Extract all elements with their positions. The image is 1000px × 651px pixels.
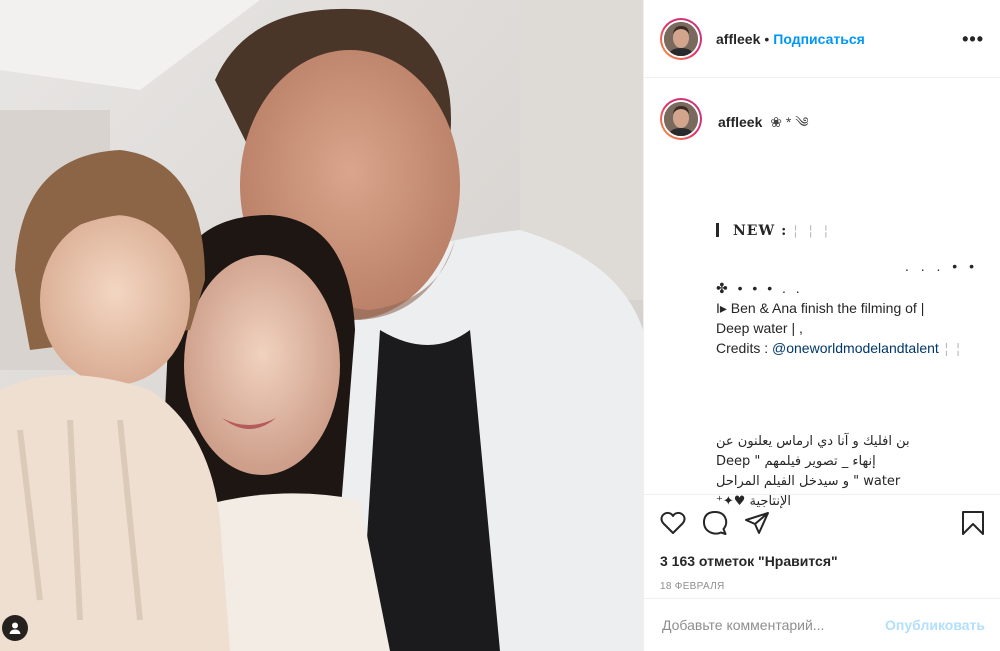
comment-input[interactable] (662, 617, 886, 633)
post-date[interactable]: 18 ФЕВРАЛЯ (660, 581, 985, 592)
caption-new-trail: ¦ ¦ ¦ (793, 223, 832, 239)
likes-count[interactable]: 3 163 отметок "Нравится" (660, 553, 985, 569)
post-image (0, 0, 643, 651)
header-username[interactable]: affleek (716, 31, 760, 47)
more-options-icon[interactable]: ••• (962, 30, 984, 48)
caption-bar-decoration (716, 223, 719, 237)
caption-avatar[interactable] (660, 98, 702, 140)
comment-bar: Опубликовать (644, 598, 1000, 651)
caption-new-label: NEW : (733, 223, 788, 239)
caption-line-2: I▸ Ben & Ana finish the filming of | (716, 300, 925, 316)
heart-icon[interactable] (660, 511, 686, 535)
caption-username[interactable]: affleek (718, 114, 762, 130)
post-side-panel: affleek • Подписаться ••• affleek ❀ * ༄ (643, 0, 1000, 651)
caption-new-line: NEW : ¦ ¦ ¦ (716, 223, 831, 239)
credits-prefix: Credits : (716, 340, 773, 356)
share-icon[interactable] (744, 511, 770, 535)
avatar[interactable] (660, 17, 702, 60)
post-photo[interactable] (0, 0, 643, 651)
action-icons-row (660, 509, 985, 537)
caption-line-1: ✤ • • • . . (716, 280, 803, 296)
publish-button[interactable]: Опубликовать (885, 617, 985, 633)
caption-dots: . . . • • (904, 258, 978, 274)
credits-trail: ¦ ¦ (938, 340, 962, 356)
credits-mention-link[interactable]: @oneworldmodelandtalent (772, 340, 939, 356)
caption-username-decoration: ❀ * ༄ (770, 114, 809, 130)
header-separator: • (764, 30, 770, 47)
post-actions: 3 163 отметок "Нравится" 18 ФЕВРАЛЯ (644, 494, 1000, 598)
follow-button[interactable]: Подписаться (773, 31, 865, 47)
caption-credits: Credits : @oneworldmodelandtalent ¦ ¦ (716, 338, 986, 358)
bookmark-icon[interactable] (961, 510, 985, 536)
comment-icon[interactable] (702, 510, 728, 536)
caption-line-3: Deep water | , (716, 320, 803, 336)
caption-area: affleek ❀ * ༄ NEW : ¦ ¦ ¦ . . . • • ✤ • … (644, 78, 1000, 509)
user-tag-icon[interactable] (2, 615, 28, 641)
post-header: affleek • Подписаться ••• (644, 0, 1000, 78)
caption-text: ✤ • • • . . I▸ Ben & Ana finish the film… (716, 278, 986, 358)
